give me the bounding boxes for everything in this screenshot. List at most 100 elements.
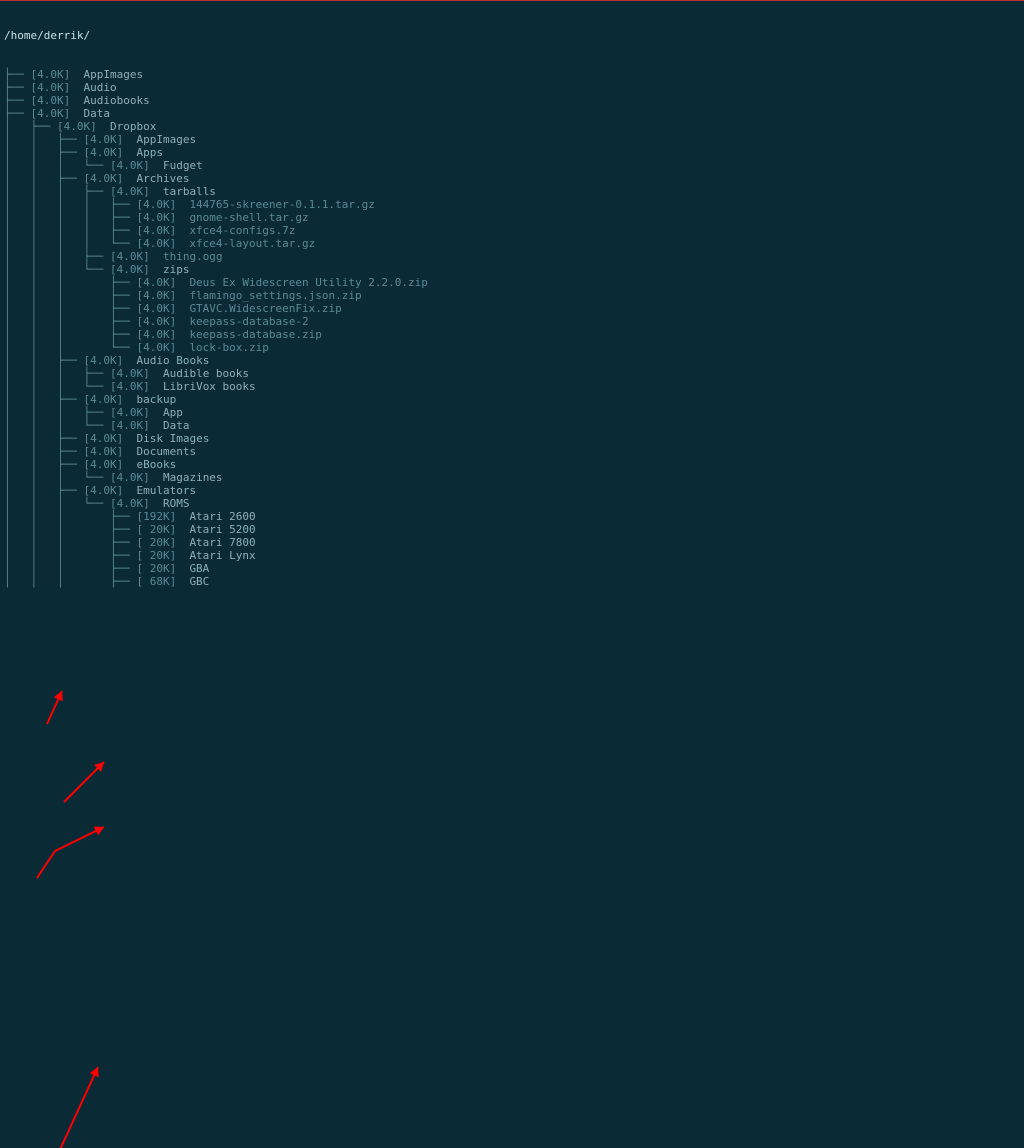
file-size: [4.0K] (83, 445, 136, 458)
file-size: [4.0K] (110, 497, 163, 510)
tree-row: │ │ │ ├── [4.0K] tarballs (4, 185, 1020, 198)
directory-name: Disk Images (136, 432, 209, 445)
tree-branch: │ │ │ └── (4, 263, 110, 276)
tree-branch: │ │ ├── (4, 484, 83, 497)
tree-row: │ │ │ ├── [4.0K] App (4, 406, 1020, 419)
file-size: [4.0K] (83, 393, 136, 406)
tree-row: │ ├── [4.0K] Dropbox (4, 120, 1020, 133)
file-size: [4.0K] (110, 419, 163, 432)
directory-name: Fudget (163, 159, 203, 172)
file-size: [4.0K] (31, 68, 84, 81)
directory-name: Data (163, 419, 190, 432)
tree-branch: │ │ │ ├── (4, 575, 136, 588)
tree-row: │ │ │ ├── [ 20K] Atari Lynx (4, 549, 1020, 562)
current-path: /home/derrik/ (4, 29, 1020, 42)
tree-branch: │ │ │ ├── (4, 523, 136, 536)
tree-branch: │ │ │ ├── (4, 250, 110, 263)
tree-row: │ │ │ ├── [4.0K] keepass-database-2 (4, 315, 1020, 328)
tree-branch: │ │ ├── (4, 432, 83, 445)
tree-branch: │ │ ├── (4, 393, 83, 406)
file-name: thing.ogg (163, 250, 223, 263)
tree-row: │ │ │ │ ├── [4.0K] xfce4-configs.7z (4, 224, 1020, 237)
file-size: [4.0K] (110, 406, 163, 419)
file-size: [4.0K] (83, 432, 136, 445)
tree-row: │ │ ├── [4.0K] Emulators (4, 484, 1020, 497)
tree-branch: │ │ │ └── (4, 159, 110, 172)
tree-row: │ │ │ └── [4.0K] lock-box.zip (4, 341, 1020, 354)
tree-row: │ │ │ └── [4.0K] LibriVox books (4, 380, 1020, 393)
tree-branch: │ │ │ ├── (4, 289, 136, 302)
file-size: [ 20K] (136, 549, 189, 562)
tree-row: │ │ │ │ ├── [4.0K] 144765-skreener-0.1.1… (4, 198, 1020, 211)
tree-row: │ │ ├── [4.0K] Audio Books (4, 354, 1020, 367)
file-name: 144765-skreener-0.1.1.tar.gz (189, 198, 374, 211)
tree-row: │ │ │ ├── [4.0K] keepass-database.zip (4, 328, 1020, 341)
tree-branch: │ │ │ ├── (4, 406, 110, 419)
file-size: [4.0K] (136, 211, 189, 224)
file-size: [4.0K] (57, 120, 110, 133)
tree-branch: │ │ │ ├── (4, 328, 136, 341)
file-size: [4.0K] (136, 237, 189, 250)
directory-name: backup (136, 393, 176, 406)
file-size: [4.0K] (136, 328, 189, 341)
directory-name: tarballs (163, 185, 216, 198)
directory-name: AppImages (83, 68, 143, 81)
file-name: flamingo_settings.json.zip (189, 289, 361, 302)
file-size: [4.0K] (110, 185, 163, 198)
file-size: [4.0K] (31, 81, 84, 94)
file-size: [4.0K] (83, 458, 136, 471)
directory-name: Audible books (163, 367, 249, 380)
tree-branch: ├── (4, 68, 31, 81)
tree-row: │ │ ├── [4.0K] backup (4, 393, 1020, 406)
tree-branch: │ │ │ │ ├── (4, 224, 136, 237)
tree-row: │ │ │ ├── [ 68K] GBC (4, 575, 1020, 588)
file-name: Deus Ex Widescreen Utility 2.2.0.zip (189, 276, 427, 289)
tree-row: │ │ ├── [4.0K] Disk Images (4, 432, 1020, 445)
directory-name: Atari 5200 (189, 523, 255, 536)
directory-name: LibriVox books (163, 380, 256, 393)
tree-row: ├── [4.0K] AppImages (4, 68, 1020, 81)
tree-branch: │ │ ├── (4, 445, 83, 458)
file-size: [ 20K] (136, 562, 189, 575)
file-size: [ 68K] (136, 575, 189, 588)
directory-name: AppImages (136, 133, 196, 146)
file-size: [4.0K] (136, 276, 189, 289)
file-size: [4.0K] (136, 302, 189, 315)
file-name: gnome-shell.tar.gz (189, 211, 308, 224)
directory-name: Documents (136, 445, 196, 458)
file-name: keepass-database.zip (189, 328, 321, 341)
file-size: [4.0K] (110, 367, 163, 380)
tree-row: │ │ │ └── [4.0K] ROMS (4, 497, 1020, 510)
directory-name: zips (163, 263, 190, 276)
tree-branch: │ │ │ ├── (4, 302, 136, 315)
file-size: [4.0K] (83, 172, 136, 185)
directory-name: Magazines (163, 471, 223, 484)
file-size: [ 20K] (136, 523, 189, 536)
file-size: [4.0K] (31, 94, 84, 107)
file-size: [4.0K] (110, 380, 163, 393)
file-size: [4.0K] (136, 224, 189, 237)
tree-branch: │ │ │ └── (4, 471, 110, 484)
tree-branch: │ │ │ ├── (4, 276, 136, 289)
tree-branch: │ │ ├── (4, 172, 83, 185)
tree-row: │ │ │ ├── [ 20K] GBA (4, 562, 1020, 575)
directory-name: Audio Books (136, 354, 209, 367)
file-name: GTAVC.WidescreenFix.zip (189, 302, 341, 315)
tree-branch: │ │ │ ├── (4, 510, 136, 523)
file-name: xfce4-layout.tar.gz (189, 237, 315, 250)
directory-name: App (163, 406, 183, 419)
tree-row: │ │ ├── [4.0K] Documents (4, 445, 1020, 458)
tree-row: │ │ │ └── [4.0K] zips (4, 263, 1020, 276)
tree-row: ├── [4.0K] Audio (4, 81, 1020, 94)
tree-row: │ │ │ ├── [4.0K] Audible books (4, 367, 1020, 380)
tree-branch: │ │ │ │ ├── (4, 211, 136, 224)
directory-name: Audio (83, 81, 116, 94)
tree-row: │ │ │ ├── [4.0K] Deus Ex Widescreen Util… (4, 276, 1020, 289)
file-size: [4.0K] (136, 315, 189, 328)
tree-branch: │ │ │ ├── (4, 536, 136, 549)
directory-name: Dropbox (110, 120, 156, 133)
file-size: [4.0K] (83, 146, 136, 159)
tree-branch: │ │ │ ├── (4, 562, 136, 575)
directory-name: Archives (136, 172, 189, 185)
directory-name: GBA (189, 562, 209, 575)
